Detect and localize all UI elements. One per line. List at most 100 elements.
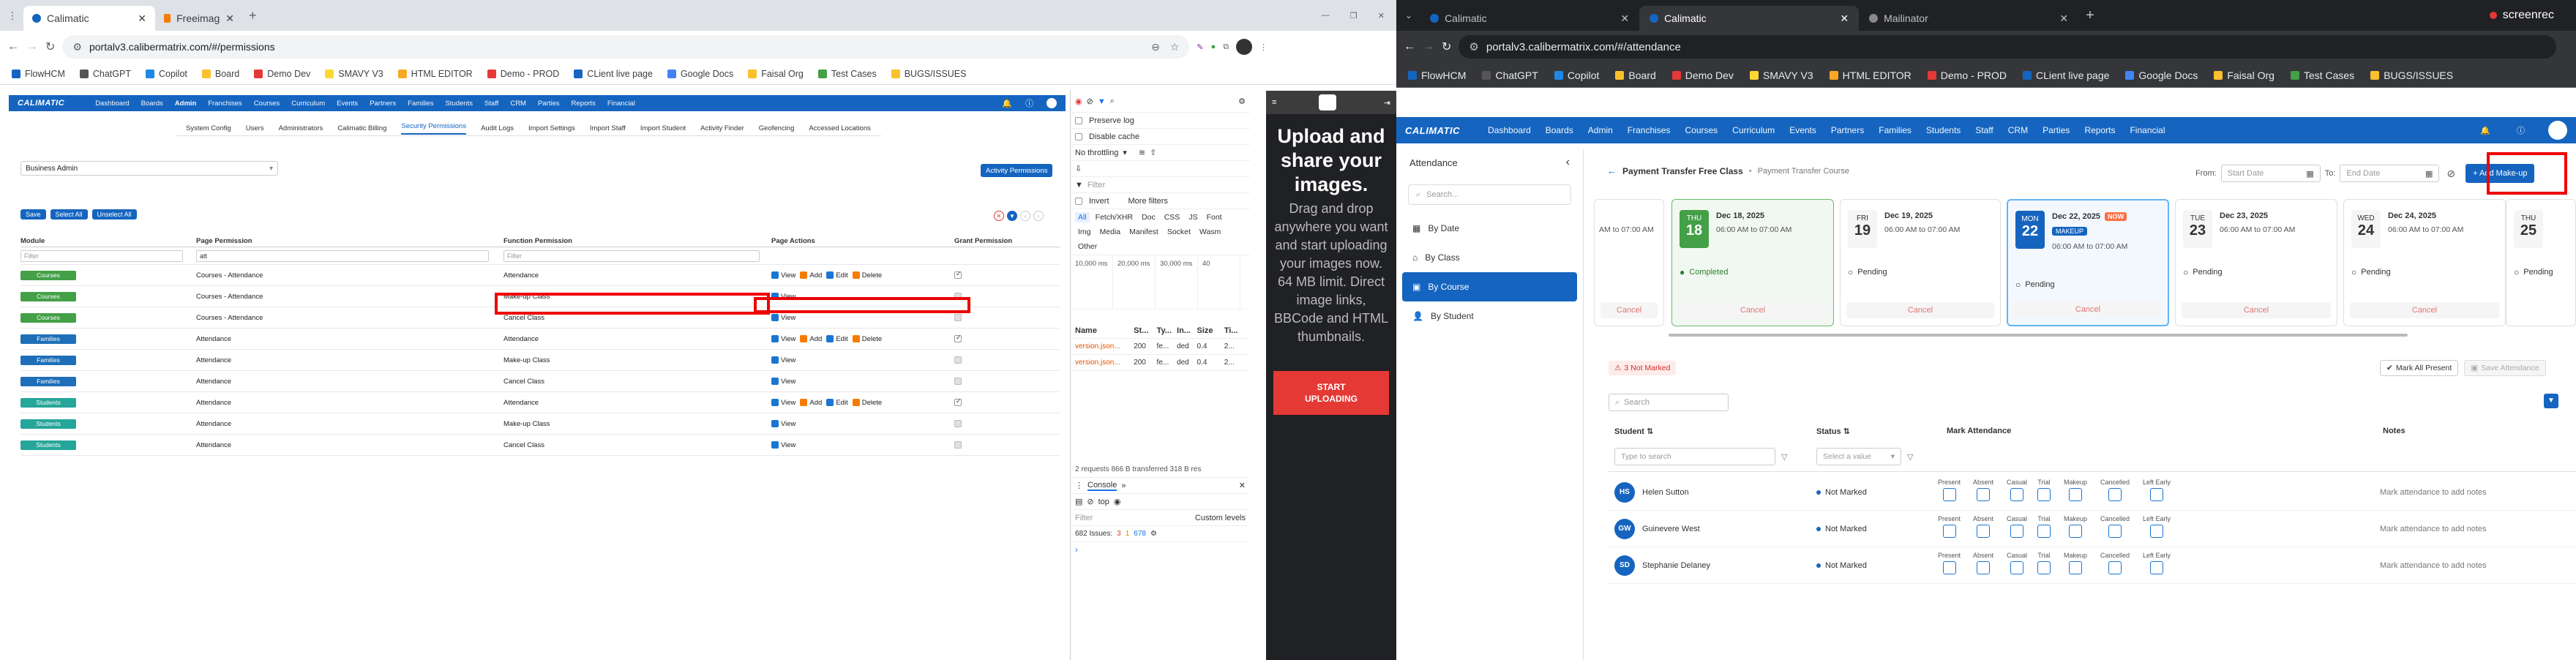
filter-icon[interactable]: ▼ — [1098, 97, 1106, 106]
nav-item-courses[interactable]: Courses — [254, 100, 280, 108]
cancel-button[interactable]: Cancel — [2014, 301, 2162, 318]
mark-option[interactable]: Makeup — [2064, 552, 2087, 574]
session-card[interactable]: THU 18 Dec 18, 2025 06:00 AM to 07:00 AM ● Co… — [1671, 199, 1834, 326]
help-icon[interactable]: ⓘ — [1025, 97, 1033, 109]
mark-checkbox[interactable] — [1942, 525, 1956, 538]
close-icon[interactable]: ✕ — [1620, 12, 1629, 25]
col-status[interactable]: Status ⇅ — [1816, 427, 1947, 436]
bookmark-8[interactable]: CLient live page — [574, 69, 653, 79]
clear-log-icon[interactable]: ⊘ — [1087, 97, 1093, 106]
mark-checkbox[interactable] — [2037, 525, 2051, 538]
start-uploading-button[interactable]: START UPLOADING — [1273, 371, 1389, 415]
close-icon[interactable]: ✕ — [2059, 12, 2068, 25]
add-checkbox[interactable]: Add — [800, 335, 822, 343]
eye-off-icon[interactable]: ⊘ — [2446, 168, 2455, 180]
col-header[interactable]: Name — [1075, 326, 1129, 335]
profile-avatar[interactable] — [1236, 39, 1253, 55]
mark-checkbox[interactable] — [2150, 488, 2164, 501]
close-icon[interactable]: ✕ — [1840, 12, 1849, 25]
mark-checkbox[interactable] — [2108, 525, 2122, 538]
student-name[interactable]: Guinevere West — [1642, 525, 1700, 533]
tab-menu-icon[interactable]: ⋮ — [7, 10, 18, 22]
invert-checkbox[interactable] — [1075, 197, 1082, 205]
mark-checkbox[interactable] — [2037, 561, 2051, 574]
bookmark-7[interactable]: Demo - PROD — [1927, 70, 2007, 81]
mark-checkbox[interactable] — [1977, 488, 1991, 501]
menu-icon[interactable]: ⋮ — [1259, 42, 1268, 52]
login-icon[interactable]: ⇥ — [1384, 98, 1390, 108]
wifi-icon[interactable]: ≋ — [1139, 148, 1145, 157]
bookmark-2[interactable]: Copilot — [1554, 70, 1599, 81]
back-icon[interactable]: ← — [7, 40, 19, 53]
nav-item-events[interactable]: Events — [1789, 125, 1816, 135]
bookmark-4[interactable]: Demo Dev — [1671, 70, 1734, 81]
extension-icon[interactable]: ● — [1211, 42, 1216, 51]
mark-option[interactable]: Casual — [2007, 479, 2027, 501]
mark-option[interactable]: Present — [1938, 479, 1961, 501]
nav-item-crm[interactable]: CRM — [510, 100, 526, 108]
session-card[interactable]: THU 25 ○ Pending — [2506, 199, 2576, 326]
levels-select[interactable]: Custom levels — [1195, 514, 1246, 522]
mark-checkbox[interactable] — [2037, 488, 2051, 501]
mark-option[interactable]: Absent — [1973, 552, 1993, 574]
nav-item-admin[interactable]: Admin — [175, 100, 197, 108]
tab-mailinator[interactable]: Mailinator ✕ — [1859, 6, 2078, 31]
grant-checkbox[interactable] — [954, 356, 962, 364]
mark-option[interactable]: Absent — [1973, 515, 1993, 538]
upload-icon[interactable]: ⇧ — [1150, 148, 1156, 157]
mark-checkbox[interactable] — [2010, 488, 2023, 501]
bell-icon[interactable]: 🔔 — [2480, 126, 2490, 135]
view-checkbox[interactable]: View — [771, 420, 795, 428]
save-attendance-button[interactable]: ▣ Save Attendance — [2464, 360, 2546, 376]
close-window-icon[interactable]: ✕ — [1378, 11, 1385, 20]
sidebar-icon[interactable]: ▤ — [1075, 497, 1082, 506]
subnav-item[interactable]: Activity Finder — [700, 124, 744, 132]
mark-option[interactable]: Casual — [2007, 552, 2027, 574]
bookmark-1[interactable]: ChatGPT — [79, 69, 131, 79]
edit-checkbox[interactable]: Edit — [826, 335, 848, 343]
delete-checkbox[interactable]: Delete — [852, 399, 882, 407]
grant-checkbox[interactable] — [954, 377, 962, 385]
collapse-icon[interactable]: ‹ — [1566, 156, 1570, 169]
subnav-item[interactable]: Calimatic Billing — [337, 124, 386, 132]
record-icon[interactable]: ◉ — [1075, 97, 1082, 106]
warning-count[interactable]: 1 — [1126, 530, 1130, 538]
type-filter-media[interactable]: Media — [1097, 227, 1124, 237]
throttle-select[interactable]: No throttling — [1075, 149, 1118, 157]
grant-checkbox[interactable] — [954, 334, 962, 342]
nav-item-admin[interactable]: Admin — [1588, 125, 1613, 135]
nav-item-students[interactable]: Students — [445, 100, 473, 108]
session-card[interactable]: TUE 23 Dec 23, 2025 06:00 AM to 07:00 AM ○ Pe… — [2175, 199, 2337, 326]
bookmark-10[interactable]: Faisal Org — [2214, 70, 2274, 81]
tab-calimatic-active[interactable]: Calimatic ✕ — [1639, 6, 1860, 31]
view-checkbox[interactable]: View — [771, 378, 795, 386]
nav-item-dashboard[interactable]: Dashboard — [95, 100, 129, 108]
nav-item-partners[interactable]: Partners — [1831, 125, 1864, 135]
module-filter-input[interactable]: Filter — [20, 250, 183, 262]
bookmark-1[interactable]: ChatGPT — [1482, 70, 1538, 81]
type-filter-doc[interactable]: Doc — [1139, 212, 1158, 222]
session-card[interactable]: MON 22 Dec 22, 2025 NOW MAKEUP 06:00 AM to 07… — [2007, 199, 2169, 326]
restore-icon[interactable]: ❐ — [1350, 11, 1358, 20]
mark-checkbox[interactable] — [2010, 525, 2023, 538]
view-checkbox[interactable]: View — [771, 441, 795, 449]
tab-search-icon[interactable]: ⌄ — [1405, 10, 1412, 20]
bookmark-12[interactable]: BUGS/ISSUES — [2370, 70, 2453, 81]
tab-calimatic[interactable]: Calimatic ✕ — [23, 6, 155, 31]
end-date-input[interactable]: End Date ▦ — [2340, 165, 2440, 182]
bookmark-6[interactable]: HTML EDITOR — [1829, 70, 1912, 81]
mark-option[interactable]: Absent — [1973, 479, 1993, 501]
bookmark-11[interactable]: Test Cases — [817, 69, 877, 79]
avatar[interactable] — [2548, 121, 2567, 140]
delete-checkbox[interactable]: Delete — [852, 335, 882, 343]
mark-option[interactable]: Present — [1938, 515, 1961, 538]
subnav-item[interactable]: Security Permissions — [401, 122, 467, 135]
subnav-item[interactable]: Audit Logs — [481, 124, 514, 132]
star-icon[interactable]: ☆ — [1170, 41, 1180, 53]
type-filter-fetch/xhr[interactable]: Fetch/XHR — [1093, 212, 1136, 222]
mark-all-present-button[interactable]: ✔ Mark All Present — [2380, 360, 2459, 376]
type-filter-manifest[interactable]: Manifest — [1126, 227, 1161, 237]
subnav-item[interactable]: Import Student — [640, 124, 686, 132]
mark-checkbox[interactable] — [2069, 525, 2083, 538]
nav-item-events[interactable]: Events — [337, 100, 358, 108]
